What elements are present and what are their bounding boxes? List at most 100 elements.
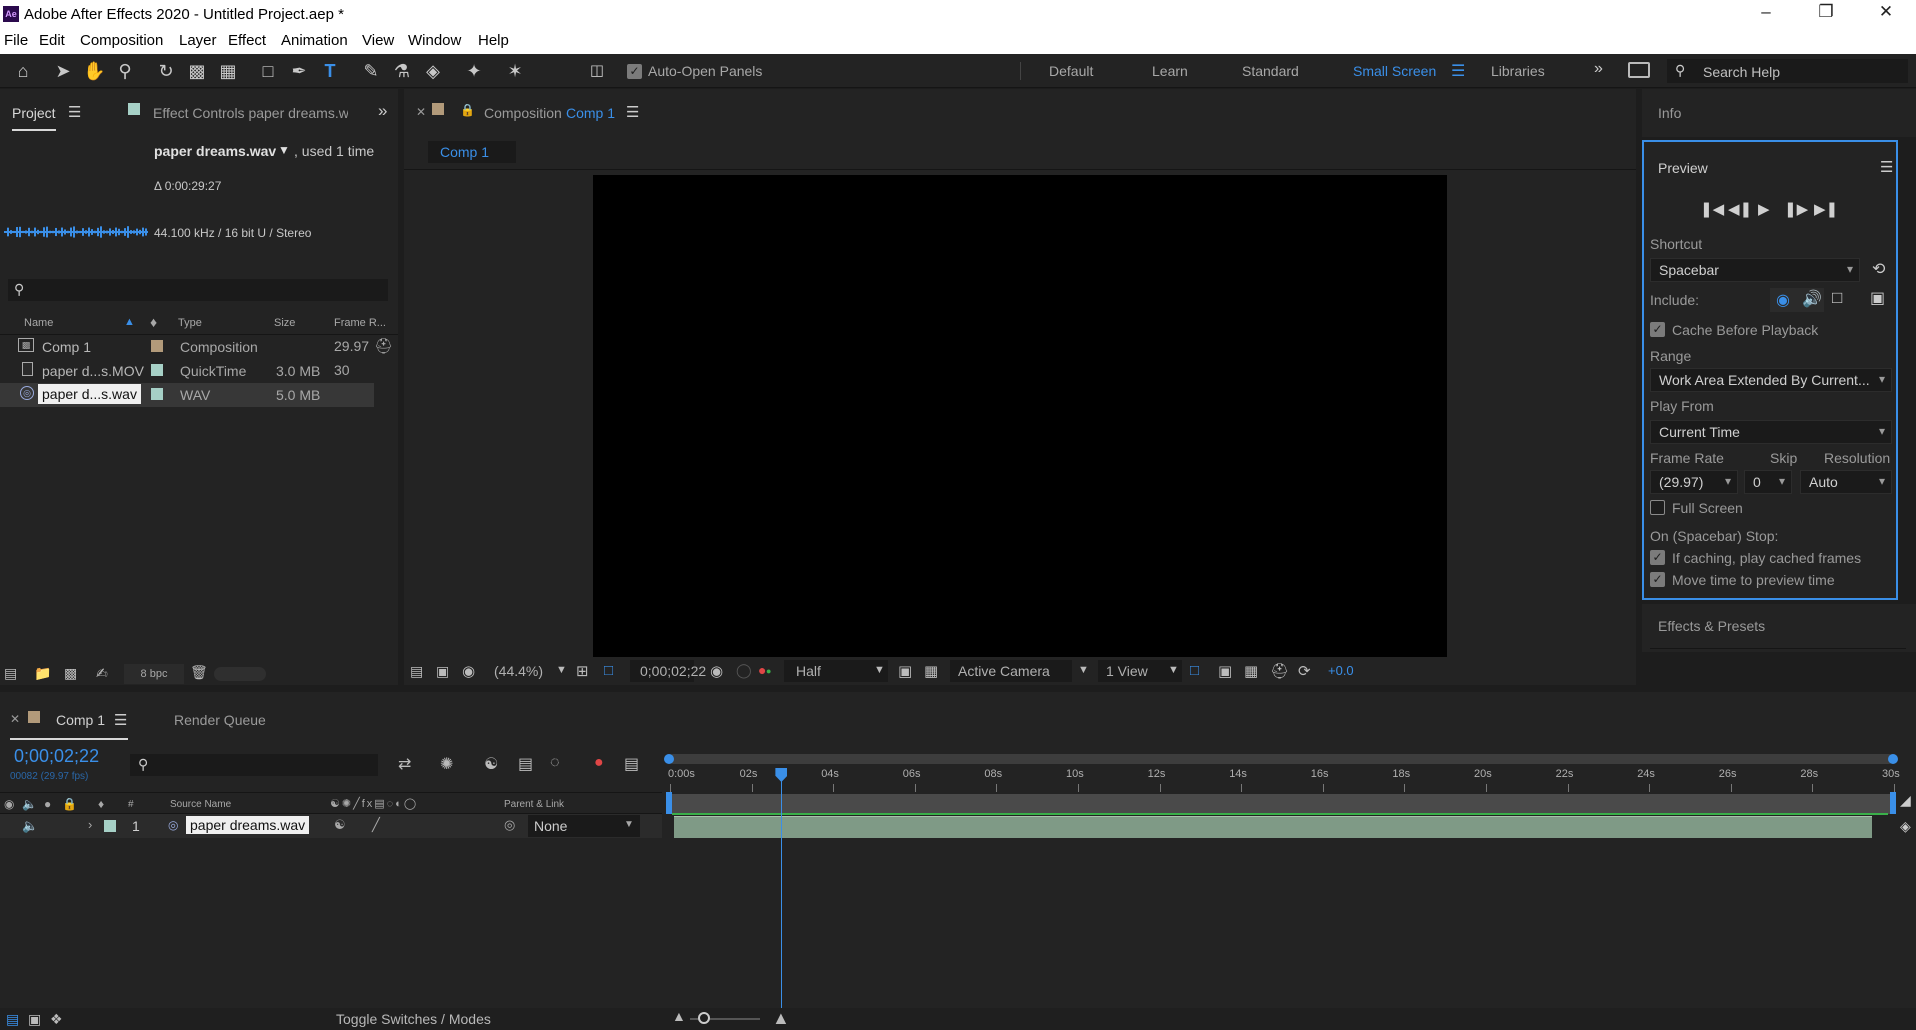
chevrons-right-icon[interactable]: » bbox=[378, 101, 387, 121]
rectangle-tool-icon[interactable]: □ bbox=[257, 60, 279, 82]
project-item-row[interactable]: paper d...s.MOV QuickTime 3.0 MB 30 bbox=[0, 359, 398, 383]
timeline-current-time[interactable]: 0;00;02;22 bbox=[14, 746, 99, 767]
camera-tool-icon[interactable]: ▩ bbox=[186, 60, 208, 82]
audio-speaker-icon[interactable]: 🔊 bbox=[1802, 289, 1822, 309]
work-area-bar[interactable] bbox=[670, 794, 1896, 814]
audio-speaker-icon[interactable]: 🔈 bbox=[22, 818, 38, 834]
toggle-switches-modes[interactable]: Toggle Switches / Modes bbox=[336, 1011, 491, 1027]
snapping-icon[interactable]: ◫ bbox=[586, 60, 608, 82]
eraser-tool-icon[interactable]: ◈ bbox=[422, 60, 444, 82]
workspace-default[interactable]: Default bbox=[1049, 63, 1093, 79]
close-icon[interactable]: ✕ bbox=[416, 105, 426, 119]
close-icon[interactable]: ✕ bbox=[10, 712, 20, 726]
comp-marker-bin-icon[interactable]: ◢ bbox=[1900, 792, 1911, 809]
chevron-down-icon[interactable]: ▼ bbox=[556, 664, 567, 676]
project-search-input[interactable]: ⚲ bbox=[8, 279, 388, 301]
composition-tab-name[interactable]: Comp 1 bbox=[566, 105, 615, 121]
col-frame-rate[interactable]: Frame R... bbox=[334, 317, 386, 329]
video-eye-icon[interactable]: ◉ bbox=[1776, 290, 1790, 310]
magnification-value[interactable]: (44.4%) bbox=[494, 663, 543, 679]
project-menu-icon[interactable]: ☰ bbox=[68, 103, 81, 121]
menu-help[interactable]: Help bbox=[478, 32, 509, 49]
menu-composition[interactable]: Composition bbox=[80, 32, 163, 49]
always-preview-icon[interactable]: ▤ bbox=[410, 663, 423, 680]
label-swatch[interactable] bbox=[151, 388, 163, 400]
composition-tab-prefix[interactable]: Composition bbox=[484, 105, 562, 121]
parent-link-column[interactable]: Parent & Link bbox=[504, 799, 564, 810]
new-folder-icon[interactable]: 📁 bbox=[34, 665, 51, 682]
tab-effect-controls[interactable]: Effect Controls paper dreams.wa bbox=[153, 105, 348, 121]
timeline-search-input[interactable]: ⚲ bbox=[130, 754, 378, 776]
draft-3d-icon[interactable]: ▣ bbox=[1218, 662, 1232, 680]
source-name-column[interactable]: Source Name bbox=[170, 799, 231, 810]
zoom-slider-handle[interactable] bbox=[698, 1012, 710, 1024]
show-snapshot-icon[interactable]: ◯ bbox=[736, 662, 752, 679]
keyframe-nav-icon[interactable]: ◈ bbox=[1900, 818, 1911, 835]
play-from-dropdown[interactable]: Current Time bbox=[1650, 420, 1892, 444]
label-swatch[interactable] bbox=[151, 364, 163, 376]
flowchart-icon[interactable]: ⛑ bbox=[374, 337, 393, 355]
menu-file[interactable]: File bbox=[4, 32, 28, 49]
menu-edit[interactable]: Edit bbox=[39, 32, 65, 49]
time-graph[interactable]: 0:00s 02s 04s 06s 08s 10s 12s 14s 16s 18s 20s 22s 24… bbox=[662, 746, 1916, 1030]
tab-project[interactable]: Project bbox=[12, 105, 56, 131]
skip-dropdown[interactable]: 0 bbox=[1744, 470, 1792, 494]
trash-icon[interactable]: 🗑 bbox=[190, 664, 208, 681]
solo-column-icon[interactable]: ● bbox=[44, 797, 51, 811]
timeline-icon[interactable]: ▦ bbox=[1244, 662, 1258, 680]
zoom-out-icon[interactable]: ▲ bbox=[672, 1008, 686, 1024]
label-tag-icon[interactable]: ♦ bbox=[150, 314, 157, 330]
clone-stamp-tool-icon[interactable]: ⚗ bbox=[391, 60, 413, 82]
zoom-in-icon[interactable]: ▲ bbox=[772, 1008, 790, 1029]
layer-duration-bar[interactable] bbox=[674, 816, 1872, 838]
chevron-down-icon[interactable]: ▼ bbox=[278, 143, 290, 157]
zoom-tool-icon[interactable]: ⚲ bbox=[114, 60, 136, 82]
graph-editor-dot-icon[interactable]: ● bbox=[594, 754, 604, 772]
timeline-tab[interactable]: Comp 1 bbox=[56, 712, 105, 728]
tab-render-queue[interactable]: Render Queue bbox=[174, 712, 266, 728]
col-name[interactable]: Name bbox=[24, 317, 53, 329]
thumbnail-slider[interactable] bbox=[214, 667, 266, 681]
pick-whip-icon[interactable]: ◎ bbox=[504, 817, 515, 833]
comp-mini-flowchart-icon[interactable]: ⇄ bbox=[398, 754, 411, 774]
comp-flow-tab[interactable]: Comp 1 bbox=[428, 141, 516, 163]
motion-blur-icon[interactable]: ◌ bbox=[550, 754, 560, 772]
rotation-tool-icon[interactable]: ↻ bbox=[155, 60, 177, 82]
reset-exposure-icon[interactable]: ⟳ bbox=[1298, 662, 1311, 680]
menu-effect[interactable]: Effect bbox=[228, 32, 266, 49]
layer-label-swatch[interactable] bbox=[104, 820, 116, 832]
transfer-controls-icon[interactable]: ▣ bbox=[28, 1011, 41, 1028]
lock-icon[interactable]: 🔒 bbox=[460, 103, 475, 117]
project-item-row[interactable]: ▩ Comp 1 Composition 29.97 ⛑ bbox=[0, 335, 398, 359]
cache-before-checkbox[interactable]: ✓ bbox=[1650, 322, 1665, 337]
workspace-small-screen[interactable]: Small Screen bbox=[1353, 63, 1436, 79]
range-dropdown[interactable]: Work Area Extended By Current... bbox=[1650, 368, 1892, 392]
label-swatch[interactable] bbox=[151, 340, 163, 352]
monitor-icon[interactable]: ▣ bbox=[436, 663, 449, 680]
interpret-footage-icon[interactable]: ▤ bbox=[4, 665, 17, 682]
minimize-button[interactable]: – bbox=[1736, 2, 1796, 28]
layer-switches-icon[interactable]: ▤ bbox=[6, 1011, 19, 1028]
layer-name[interactable]: paper dreams.wav bbox=[186, 816, 310, 834]
hand-tool-icon[interactable]: ✋ bbox=[83, 60, 105, 82]
type-tool-icon[interactable]: T bbox=[319, 60, 341, 82]
puppet-tool-icon[interactable]: ✶ bbox=[504, 60, 526, 82]
play-icon[interactable]: ▶ bbox=[1758, 200, 1770, 218]
reset-icon[interactable]: ⟲ bbox=[1872, 259, 1885, 279]
audio-column-icon[interactable]: 🔈 bbox=[22, 797, 37, 811]
label-column-icon[interactable]: ♦ bbox=[98, 797, 104, 811]
overlays-icon[interactable]: □ bbox=[1832, 288, 1842, 308]
frame-rate-dropdown[interactable]: (29.97) bbox=[1650, 470, 1738, 494]
timeline-menu-icon[interactable]: ☰ bbox=[114, 711, 127, 729]
workspace-standard[interactable]: Standard bbox=[1242, 63, 1299, 79]
if-caching-checkbox[interactable]: ✓ bbox=[1650, 550, 1665, 565]
full-screen-checkbox[interactable] bbox=[1650, 500, 1665, 515]
layer-row[interactable]: 🔈 › 1 ◎ paper dreams.wav ☯ ╱ ◎ None ▼ bbox=[0, 814, 662, 838]
visibility-eye-icon[interactable]: ◉ bbox=[4, 797, 14, 811]
menu-animation[interactable]: Animation bbox=[281, 32, 348, 49]
auto-open-checkbox[interactable]: ✓ bbox=[627, 64, 642, 79]
transparency-grid-icon[interactable]: ▦ bbox=[924, 662, 938, 680]
new-composition-icon[interactable]: ▩ bbox=[64, 665, 77, 682]
toggle-pixel-aspect-icon[interactable]: □ bbox=[1190, 662, 1199, 679]
expand-chevron-icon[interactable]: › bbox=[88, 817, 92, 832]
